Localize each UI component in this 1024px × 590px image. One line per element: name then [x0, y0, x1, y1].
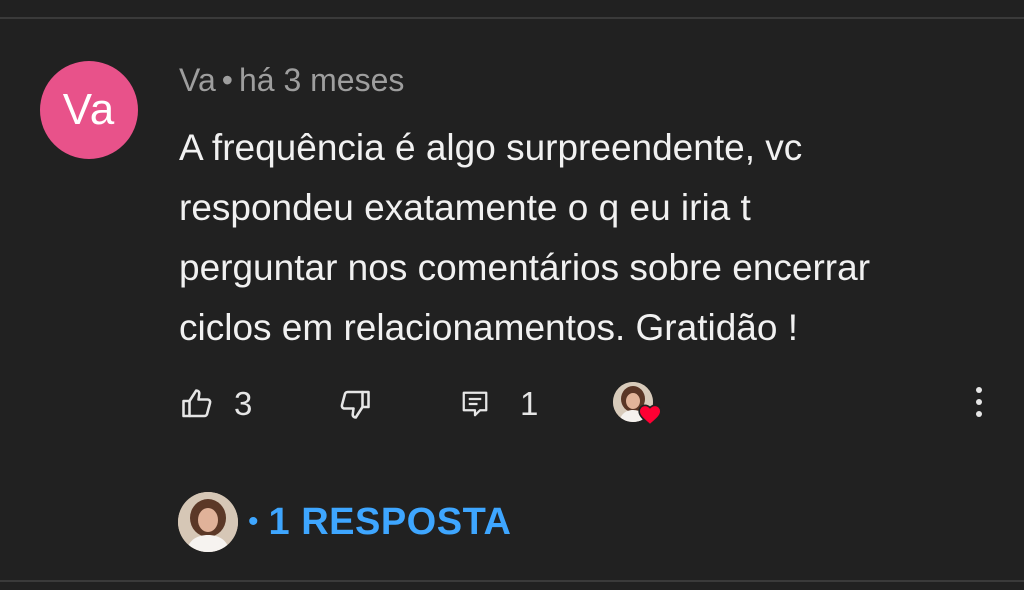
comment-icon — [460, 388, 490, 420]
comment-meta: Va • há 3 meses — [179, 62, 404, 99]
more-options-button[interactable] — [966, 384, 992, 424]
thumbs-up-icon — [178, 386, 216, 422]
comment-text-line: ciclos em relacionamentos. Gratidão ! — [179, 307, 798, 348]
like-count: 3 — [234, 385, 253, 422]
heart-icon — [637, 402, 663, 431]
comment-text: A frequência é algo surpreendente, vc re… — [179, 118, 999, 358]
more-vertical-icon — [975, 386, 983, 423]
comment-time[interactable]: há 3 meses — [239, 62, 404, 98]
view-replies-button[interactable]: • 1 RESPOSTA — [178, 491, 511, 553]
bottom-divider — [0, 580, 1024, 582]
comment-text-line: A frequência é algo surpreendente, vc — [179, 127, 803, 168]
reply-button[interactable]: 1 — [460, 380, 538, 428]
comment-actions: 3 1 — [0, 380, 1024, 430]
comment-text-line: perguntar nos comentários sobre encerrar — [179, 247, 871, 288]
comment-text-line: respondeu exatamente o q eu iria t — [179, 187, 751, 228]
reply-count: 1 — [520, 385, 539, 422]
replies-label: 1 RESPOSTA — [268, 500, 512, 543]
author-name[interactable]: Va — [179, 62, 216, 98]
reply-author-avatar — [178, 492, 238, 552]
comment-thread: Va Va • há 3 meses A frequência é algo sur… — [0, 0, 1024, 590]
creator-heart-badge — [613, 382, 665, 428]
meta-separator: • — [221, 62, 233, 98]
dislike-button[interactable] — [336, 380, 374, 428]
replies-dot: • — [248, 505, 259, 538]
thumbs-down-icon — [336, 386, 374, 422]
top-divider — [0, 17, 1024, 19]
like-button[interactable]: 3 — [178, 380, 252, 428]
author-avatar[interactable]: Va — [40, 61, 138, 159]
